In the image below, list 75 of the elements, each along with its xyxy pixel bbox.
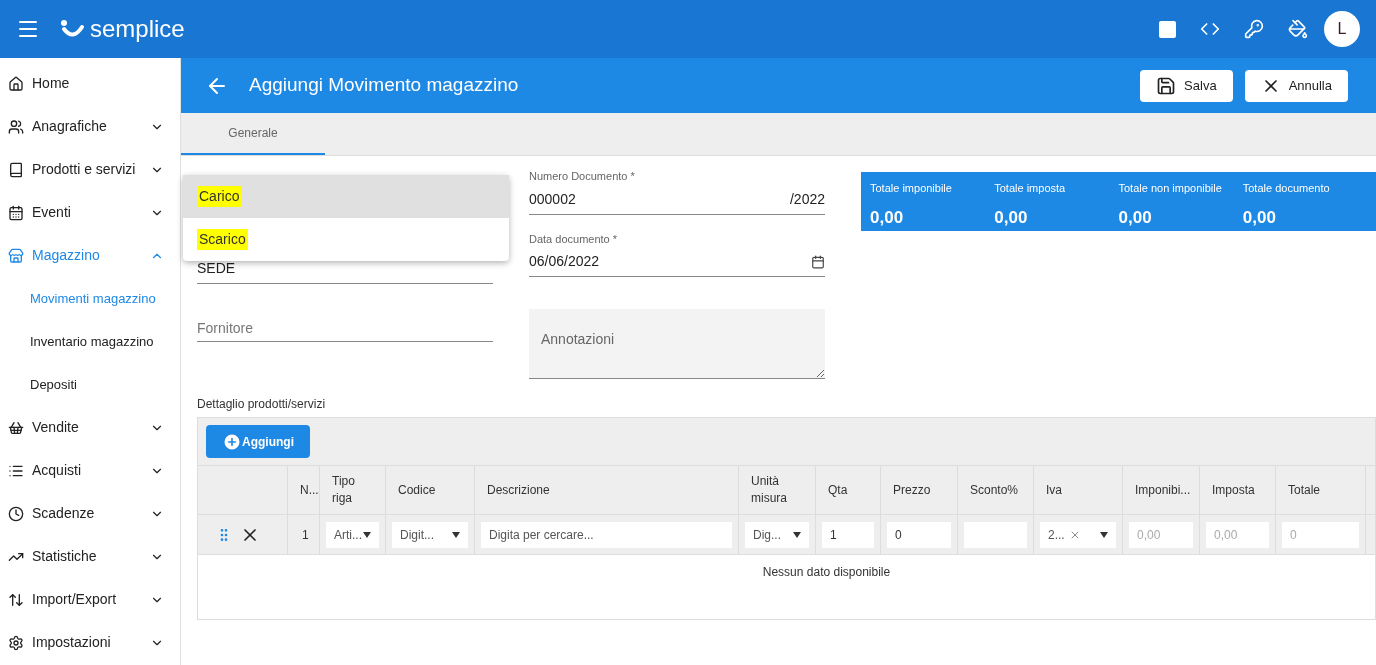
- column-header[interactable]: Descrizione: [487, 481, 550, 499]
- cancel-button[interactable]: Annulla: [1244, 69, 1348, 102]
- total-label: Totale non imponibile: [1118, 181, 1223, 196]
- empty-message: Nessun dato disponibile: [762, 564, 891, 581]
- sidebar-subitem[interactable]: Inventario magazzino: [0, 320, 180, 363]
- arrows-icon: [8, 591, 24, 608]
- total-label: Totale documento: [1242, 181, 1331, 196]
- column-header[interactable]: Prezzo: [893, 481, 931, 499]
- basket-icon: [8, 419, 24, 436]
- people-icon: [8, 118, 24, 135]
- column-header[interactable]: Imposta: [1212, 481, 1255, 499]
- dropdown-icon: [452, 531, 460, 538]
- sidebar-item[interactable]: Acquisti: [0, 449, 180, 492]
- select-field[interactable]: Dig...: [745, 521, 809, 548]
- total-value: 0,00: [870, 206, 905, 229]
- total-label: Totale imponibile: [870, 181, 953, 196]
- supplier-field[interactable]: Fornitore: [197, 314, 493, 342]
- column-header[interactable]: Imponibi...: [1135, 481, 1191, 499]
- tab[interactable]: Generale: [181, 113, 325, 155]
- section-title: Dettaglio prodotti/servizi: [196, 396, 327, 413]
- table-cell-text: 1: [301, 526, 310, 544]
- dropdown-icon: [793, 531, 801, 538]
- add-button[interactable]: Aggiungi: [206, 425, 310, 458]
- total-value: 0,00: [1118, 206, 1153, 229]
- total-value: 0,00: [1242, 206, 1277, 229]
- paint-bucket-icon[interactable]: [1288, 19, 1308, 39]
- sidebar-item[interactable]: Eventi: [0, 191, 180, 234]
- save-icon: [1156, 75, 1177, 96]
- sidebar-subitem[interactable]: Movimenti magazzino: [0, 277, 180, 320]
- select-field[interactable]: Digit...: [392, 521, 468, 548]
- total-value: 0,00: [994, 206, 1029, 229]
- key-icon[interactable]: [1244, 19, 1264, 39]
- sidebar-item[interactable]: Magazzino: [0, 234, 180, 277]
- input-field[interactable]: 0: [887, 521, 951, 548]
- home-icon: [8, 75, 24, 92]
- sidebar-item[interactable]: Statistiche: [0, 535, 180, 578]
- plus-icon: [222, 431, 242, 452]
- calendar-icon[interactable]: [811, 254, 825, 269]
- smile-logo-icon: [60, 19, 86, 39]
- column-header[interactable]: Iva: [1046, 481, 1062, 499]
- column-header[interactable]: Sconto%: [970, 481, 1019, 499]
- sidebar-subitem[interactable]: Depositi: [0, 363, 180, 406]
- clock-icon: [8, 505, 24, 522]
- dropdown-icon: [1100, 531, 1108, 538]
- dropdown-option[interactable]: Carico: [183, 175, 509, 218]
- select-field[interactable]: Arti...: [326, 521, 379, 548]
- book-icon: [8, 161, 24, 178]
- settings-icon: [8, 634, 24, 651]
- column-header[interactable]: Codice: [398, 481, 436, 499]
- total-label: Totale imposta: [994, 181, 1067, 196]
- column-header[interactable]: Tipo riga: [332, 473, 373, 507]
- sidebar-item[interactable]: Home: [0, 62, 180, 105]
- store-icon: [8, 247, 24, 264]
- document-number-field[interactable]: Numero Documento * 000002 /2022: [529, 168, 825, 215]
- input-field[interactable]: 1: [822, 521, 874, 548]
- sidebar-item[interactable]: Import/Export: [0, 578, 180, 621]
- sidebar-item[interactable]: Prodotti e servizi: [0, 148, 180, 191]
- avatar[interactable]: L: [1324, 11, 1360, 47]
- select-field[interactable]: 2...: [1040, 521, 1116, 548]
- column-header[interactable]: Totale: [1288, 481, 1321, 499]
- app-logo: semplice: [90, 14, 185, 44]
- save-button[interactable]: Salva: [1140, 69, 1233, 102]
- document-date-field[interactable]: Data documento * 06/06/2022: [529, 230, 825, 277]
- column-header[interactable]: Unità misura: [751, 473, 803, 507]
- column-header[interactable]: Qta: [828, 481, 848, 499]
- page-title: Aggiungi Movimento magazzino: [249, 73, 520, 98]
- sidebar-item[interactable]: Scadenze: [0, 492, 180, 535]
- sidebar-item[interactable]: Anagrafiche: [0, 105, 180, 148]
- sidebar-item[interactable]: Impostazioni: [0, 621, 180, 664]
- input-field[interactable]: Digita per cercare...: [481, 521, 732, 548]
- calendar-icon: [8, 204, 24, 221]
- dropdown-icon: [363, 531, 371, 538]
- column-header[interactable]: N...: [300, 481, 319, 499]
- notes-field[interactable]: Annotazioni: [529, 309, 825, 379]
- sidebar-item[interactable]: Vendite: [0, 406, 180, 449]
